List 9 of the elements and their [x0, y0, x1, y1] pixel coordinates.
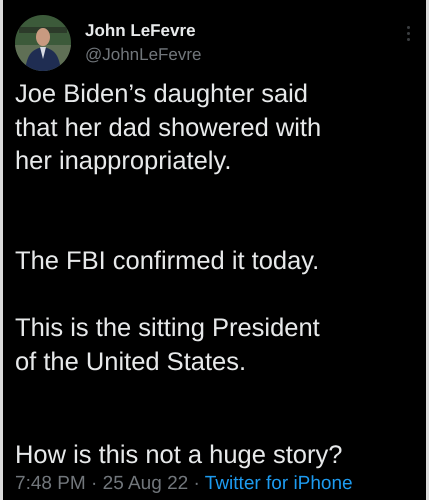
tweet-paragraph: Joe Biden’s daughter said that her dad showered with her inappropriately.	[15, 79, 322, 177]
author-handle[interactable]: @JohnLeFevre	[85, 43, 407, 67]
more-options-icon[interactable]	[407, 26, 410, 41]
tweet-paragraph: This is the sitting President of the United States.	[15, 313, 321, 378]
author-name[interactable]: John LeFevre	[85, 19, 407, 43]
tweet-timestamp: 7:48 PM · 25 Aug 22 ·	[15, 472, 201, 494]
source-link[interactable]: Twitter for iPhone	[204, 472, 353, 494]
tweet-paragraph: The FBI confirmed it today.	[15, 246, 320, 276]
tweet-paragraph: How is this not a huge story?	[15, 440, 344, 471]
